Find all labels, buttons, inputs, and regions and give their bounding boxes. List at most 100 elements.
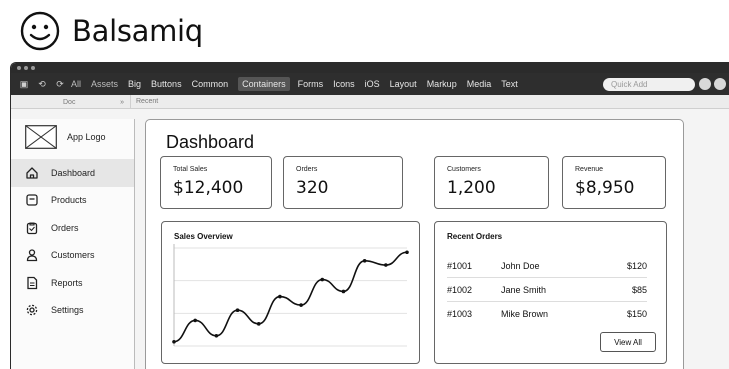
clipboard-icon (25, 221, 39, 235)
kpi-card-orders[interactable]: Orders 320 (283, 156, 403, 209)
sidebar-item-settings[interactable]: Settings (11, 297, 134, 325)
sales-data-point (299, 303, 303, 307)
order-id: #1002 (447, 284, 473, 295)
sales-data-point (235, 308, 240, 313)
customer-name: John Doe (501, 260, 540, 271)
order-row[interactable]: #1002 Jane Smith $85 (447, 278, 647, 302)
kpi-label: Orders (296, 166, 318, 173)
kpi-value: $12,400 (173, 178, 244, 198)
toolbar-item-icons[interactable]: Icons (333, 79, 355, 89)
undo-icon[interactable]: ⟲ (35, 79, 49, 90)
toolbar-item-containers[interactable]: Containers (238, 77, 290, 91)
panel-title: Recent Orders (447, 232, 503, 241)
sidebar-item-products[interactable]: Products (11, 187, 134, 215)
sales-data-point (341, 289, 346, 294)
order-id: #1003 (447, 309, 473, 319)
sales-series-line (173, 251, 408, 343)
order-amount: $150 (626, 309, 647, 319)
kpi-label: Customers (447, 166, 481, 173)
kpi-label: Revenue (575, 166, 604, 173)
customer-name: Mike Brown (501, 309, 549, 319)
kpi-label: Total Sales (173, 166, 208, 173)
sidebar-item-label: Dashboard (51, 167, 96, 178)
toolbar-item-buttons[interactable]: Buttons (151, 79, 182, 89)
kpi-value: 320 (296, 178, 329, 198)
home-icon (25, 166, 39, 180)
collapse-icon[interactable]: » (120, 99, 124, 106)
order-row[interactable]: #1001 John Doe $120 (447, 254, 647, 278)
order-id: #1001 (447, 260, 473, 271)
toolbar-item-layout[interactable]: Layout (390, 79, 417, 89)
navigator-tab[interactable]: Doc » (11, 95, 131, 109)
options-button[interactable] (714, 78, 726, 90)
sidebar-item-label: Customers (51, 250, 95, 261)
brand-name: Balsamiq (72, 14, 203, 48)
quick-add-input[interactable]: Quick Add (603, 77, 695, 91)
smiley-logo-icon (20, 11, 60, 51)
redo-icon[interactable]: ⟳ (53, 79, 67, 90)
sidebar-item-label: Products (51, 195, 87, 206)
sidebar-item-label: Reports (51, 277, 83, 288)
toolbar-item-assets[interactable]: Assets (91, 79, 118, 89)
order-amount: $85 (631, 284, 647, 295)
app-logo: App Logo (25, 125, 106, 149)
page-title: Dashboard (166, 132, 255, 152)
window-titlebar (11, 63, 729, 73)
customer-name: Jane Smith (501, 284, 547, 295)
kpi-card-revenue[interactable]: Revenue $8,950 (562, 156, 666, 209)
toolbar-item-all[interactable]: All (71, 79, 81, 89)
toolbar-item-big[interactable]: Big (128, 79, 141, 89)
toolbar-item-common[interactable]: Common (192, 79, 229, 89)
window-minimize-dot[interactable] (24, 66, 28, 70)
sales-data-point (172, 339, 176, 344)
sidebar-nav: Dashboard Products Orders Customers Reports S… (11, 159, 134, 324)
dashboard-canvas: Dashboard Total Sales $12,400 Orders 320… (145, 119, 684, 369)
sales-data-point (384, 263, 388, 267)
sidebar-item-label: Settings (51, 305, 84, 316)
window-close-dot[interactable] (17, 66, 21, 70)
window-zoom-dot[interactable] (31, 66, 35, 70)
sales-data-point (256, 322, 261, 326)
orders-list: #1001 John Doe $120 #1002 Jane Smith $85 #1003… (447, 254, 647, 326)
order-row[interactable]: #1003 Mike Brown $150 (447, 302, 647, 326)
sidebar-item-orders[interactable]: Orders (11, 214, 134, 242)
component-toolbar: ▣ ⟲ ⟳ All Assets Big Buttons Common Container… (11, 73, 729, 95)
toolbar-item-markup[interactable]: Markup (427, 79, 457, 89)
order-amount: $120 (626, 260, 647, 271)
sidebar-item-reports[interactable]: Reports (11, 269, 134, 297)
recent-orders-panel: Recent Orders #1001 John Doe $120 #1002 Jane… (434, 221, 667, 364)
toolbar-items: All Assets Big Buttons Common Containers Forms… (71, 77, 528, 91)
sidebar-item-dashboard[interactable]: Dashboard (11, 159, 134, 187)
toolbar-item-ios[interactable]: iOS (365, 79, 380, 89)
brand-header: Balsamiq (18, 6, 203, 56)
view-all-button[interactable]: View All (600, 332, 656, 352)
toolbar-item-forms[interactable]: Forms (298, 79, 324, 89)
app-window: ▣ ⟲ ⟳ All Assets Big Buttons Common Container… (10, 62, 729, 369)
app-logo-label: App Logo (67, 132, 106, 142)
gear-icon (25, 303, 39, 317)
kpi-card-total-sales[interactable]: Total Sales $12,400 (160, 156, 272, 209)
box-icon (25, 193, 39, 207)
sales-line-chart (172, 244, 409, 347)
user-icon (25, 248, 39, 262)
toolbar-item-media[interactable]: Media (467, 79, 492, 89)
kpi-value: 1,200 (447, 178, 496, 198)
sales-data-point (193, 318, 197, 323)
sales-data-point (362, 258, 367, 263)
navigator-tab-label: Doc (63, 98, 76, 106)
breadcrumb[interactable]: Recent (136, 98, 158, 105)
window-icon[interactable]: ▣ (17, 79, 31, 90)
sales-data-point (278, 294, 282, 299)
kpi-card-customers[interactable]: Customers 1,200 (434, 156, 549, 209)
sidebar-item-label: Orders (51, 222, 79, 233)
kpi-value: $8,950 (575, 178, 635, 198)
sales-data-point (405, 250, 409, 255)
document-icon (25, 276, 39, 290)
sub-toolbar: Doc » Recent (11, 95, 729, 109)
sidebar-item-customers[interactable]: Customers (11, 242, 134, 270)
toolbar-item-text[interactable]: Text (501, 79, 518, 89)
sidebar: App Logo Dashboard Products Orders Customer… (11, 119, 135, 369)
image-placeholder-icon (25, 125, 57, 149)
sales-overview-panel: Sales Overview (161, 221, 420, 364)
quick-add-button[interactable] (699, 78, 711, 90)
